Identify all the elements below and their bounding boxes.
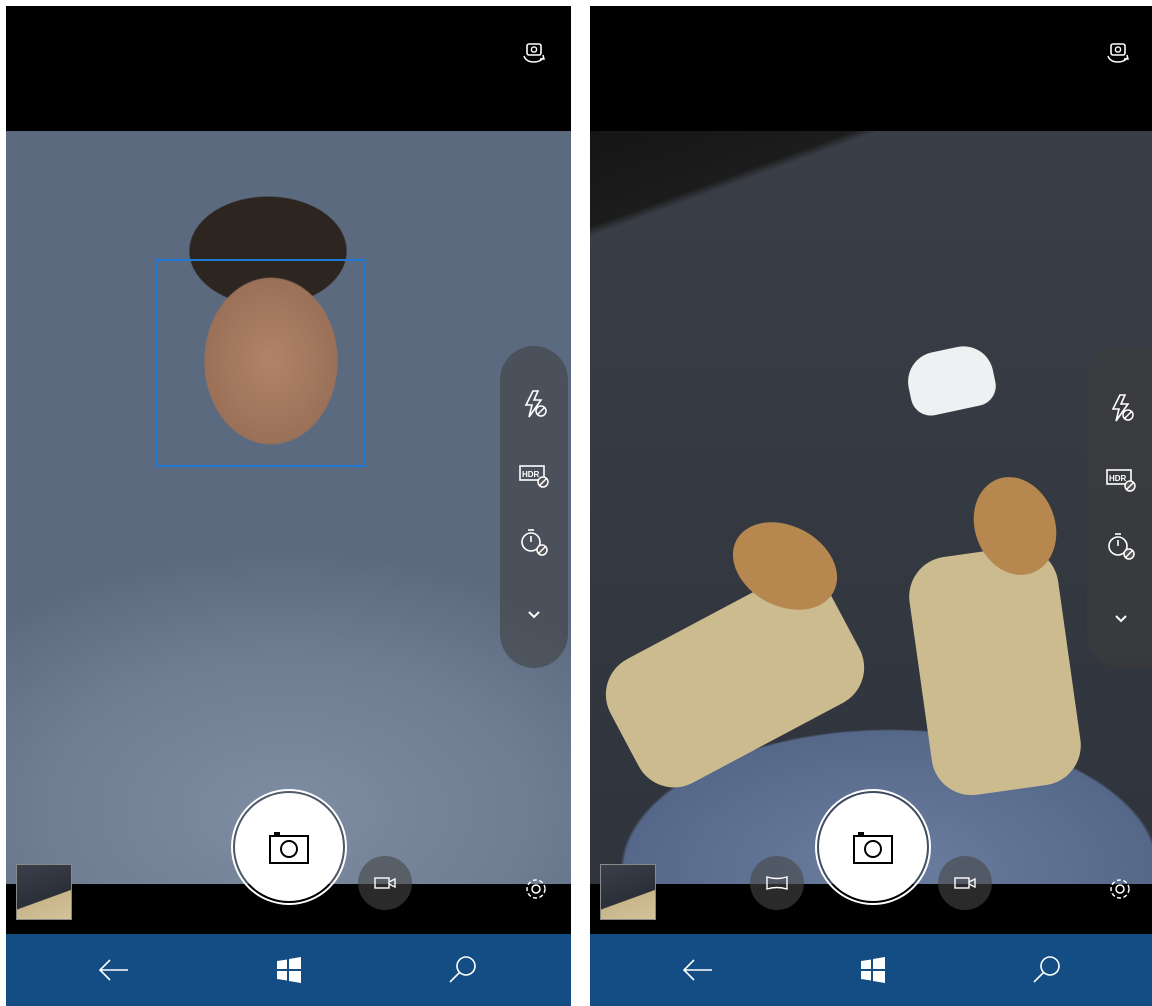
gear-icon[interactable]: [523, 876, 549, 902]
gear-icon[interactable]: [1107, 876, 1133, 902]
windows-start-icon[interactable]: [855, 952, 891, 988]
video-mode-icon: [374, 877, 396, 889]
camera-screen-front: HDR: [6, 6, 571, 1006]
camera-icon: [268, 832, 309, 864]
chevron-down-icon[interactable]: [1101, 598, 1141, 638]
xbox-controller-in-view: [902, 340, 1000, 420]
timer-off-icon[interactable]: [1101, 526, 1141, 566]
panorama-mode-button[interactable]: [750, 856, 804, 910]
windows-navigation-bar: [590, 934, 1152, 1006]
camera-icon: [852, 832, 893, 864]
shutter-button[interactable]: [814, 789, 931, 905]
camera-viewfinder[interactable]: [590, 131, 1152, 884]
windows-start-icon[interactable]: [271, 952, 307, 988]
last-photo-thumbnail[interactable]: [600, 864, 656, 920]
search-icon[interactable]: [445, 952, 481, 988]
panorama-mode-icon: [766, 876, 788, 890]
search-icon[interactable]: [1029, 952, 1065, 988]
back-arrow-icon[interactable]: [96, 952, 132, 988]
video-mode-button[interactable]: [938, 856, 992, 910]
face-detection-box: [156, 259, 366, 467]
camera-switch-icon[interactable]: [1103, 36, 1133, 66]
camera-options-panel: HDR: [1087, 346, 1152, 668]
svg-text:HDR: HDR: [522, 470, 540, 479]
scene-pants-left: [591, 560, 879, 802]
back-arrow-icon[interactable]: [680, 952, 716, 988]
last-photo-thumbnail[interactable]: [16, 864, 72, 920]
scene-pants-right: [904, 541, 1086, 801]
svg-text:HDR: HDR: [1109, 474, 1127, 483]
windows-navigation-bar: [6, 934, 571, 1006]
camera-screen-rear: HDR: [590, 6, 1152, 1006]
chevron-down-icon[interactable]: [514, 594, 554, 634]
camera-viewfinder[interactable]: [6, 131, 571, 884]
flash-off-icon[interactable]: [514, 384, 554, 424]
camera-switch-icon[interactable]: [519, 36, 549, 66]
camera-options-panel: HDR: [500, 346, 568, 668]
hdr-off-icon[interactable]: HDR: [514, 454, 554, 494]
timer-off-icon[interactable]: [514, 522, 554, 562]
hdr-off-icon[interactable]: HDR: [1101, 458, 1141, 498]
shutter-button[interactable]: [230, 789, 347, 905]
video-mode-button[interactable]: [358, 856, 412, 910]
flash-off-icon[interactable]: [1101, 388, 1141, 428]
video-mode-icon: [954, 877, 976, 889]
